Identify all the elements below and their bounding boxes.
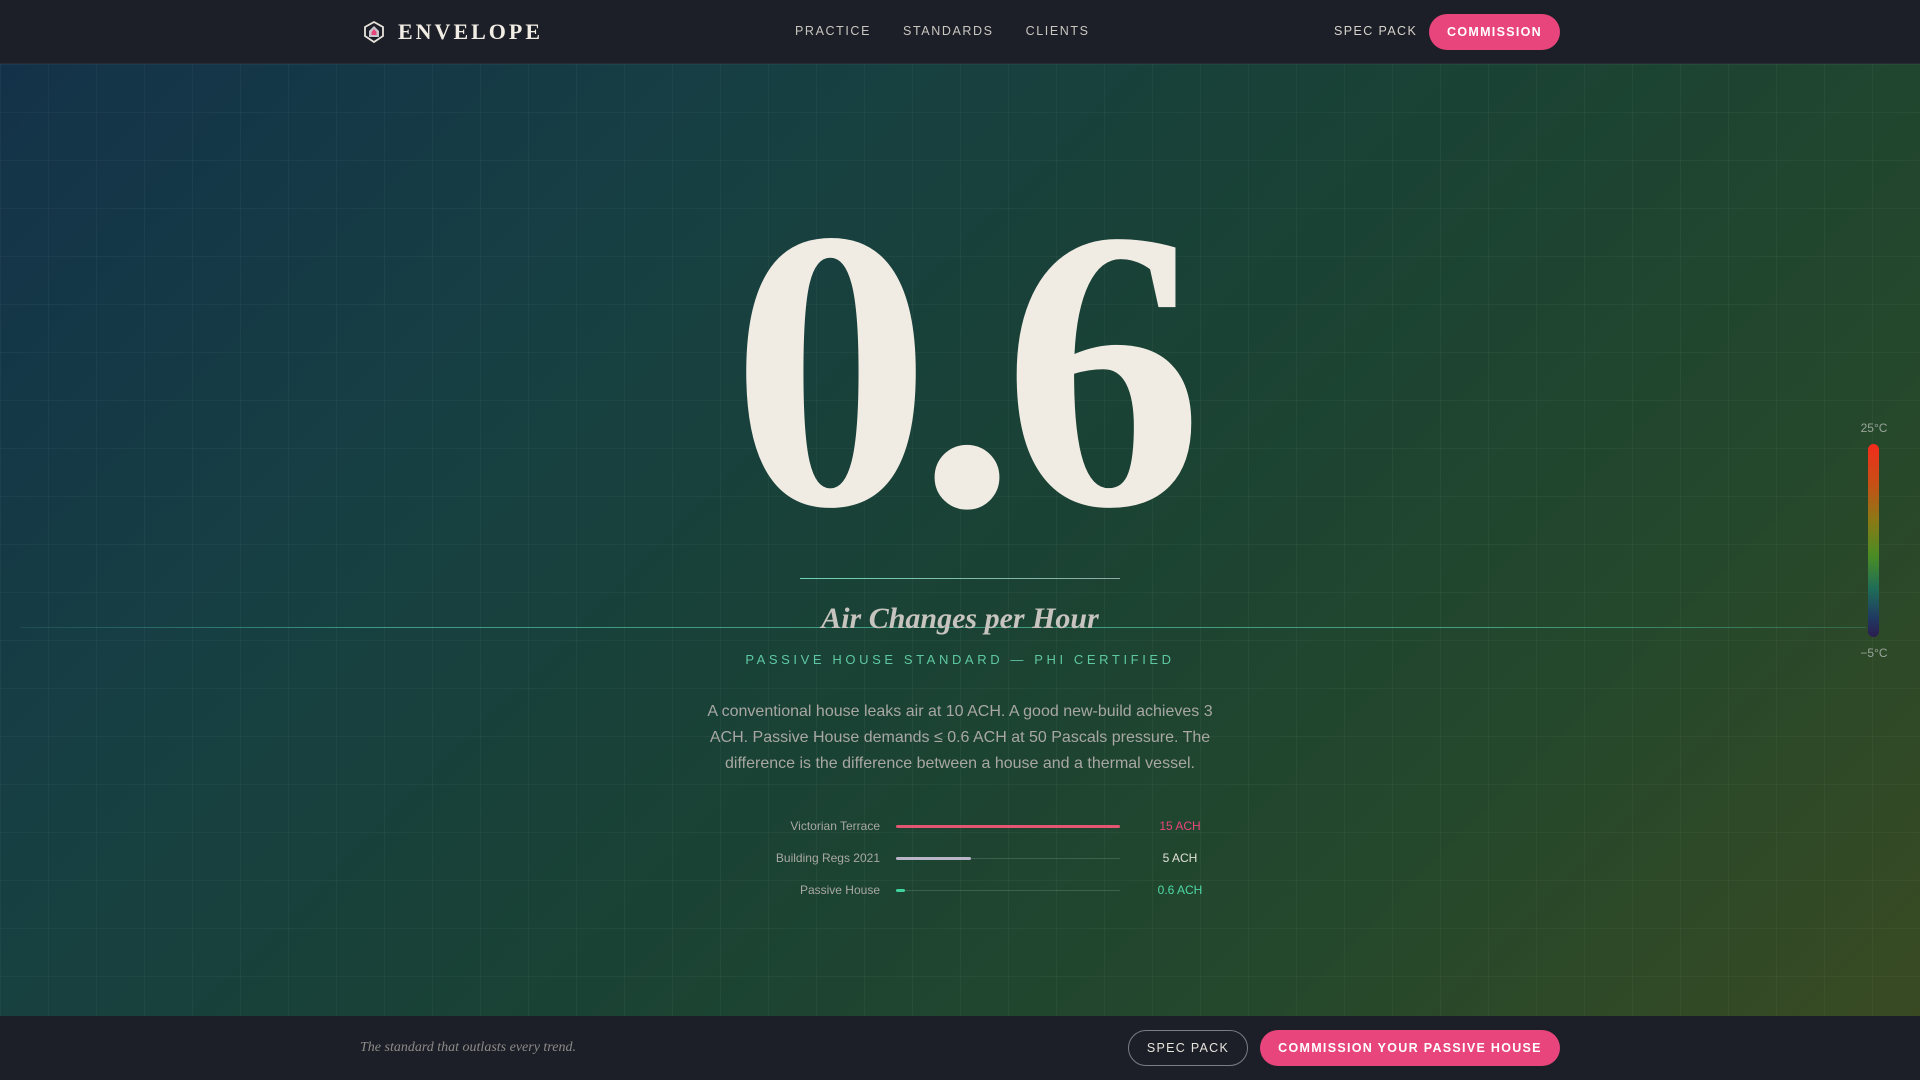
comparison-row-passive-house: Passive House 0.6 ACH: [700, 880, 1202, 900]
main-nav: PRACTICE STANDARDS CLIENTS: [795, 24, 1090, 38]
spec-pack-link[interactable]: SPEC PACK: [1334, 24, 1417, 38]
comparison-label: Victorian Terrace: [790, 819, 880, 833]
house-shield-icon: [364, 20, 384, 44]
footer-tagline: The standard that outlasts every trend.: [360, 1040, 576, 1055]
nav-link-clients[interactable]: CLIENTS: [1026, 24, 1090, 38]
ach-value-display: 0.6: [731, 148, 1203, 591]
comparison-track: [896, 890, 1120, 891]
certification-kicker: PASSIVE HOUSE STANDARD — PHI CERTIFIED: [745, 652, 1175, 667]
footer-bar: The standard that outlasts every trend. …: [0, 1016, 1920, 1080]
hero-description: A conventional house leaks air at 10 ACH…: [707, 703, 1213, 772]
comparison-bar: [896, 889, 905, 892]
temperature-max-label: 25°C: [1860, 421, 1888, 435]
brand-logo[interactable]: ENVELOPE: [362, 18, 543, 46]
comparison-label: Passive House: [799, 883, 880, 897]
top-nav-bar: ENVELOPE PRACTICE STANDARDS CLIENTS SPEC…: [0, 0, 1920, 64]
hero-divider: [800, 578, 1120, 579]
comparison-bar: [896, 857, 971, 860]
comparison-value: 5 ACH: [1162, 851, 1198, 865]
temperature-gradient-bar: [1868, 444, 1879, 637]
footer-spec-pack-button[interactable]: SPEC PACK: [1128, 1030, 1248, 1066]
brand-name: ENVELOPE: [398, 19, 544, 44]
temperature-min-label: −5°C: [1860, 646, 1888, 660]
comparison-row-victorian: Victorian Terrace 15 ACH: [700, 816, 1200, 836]
comparison-bar: [896, 825, 1120, 828]
nav-link-practice[interactable]: PRACTICE: [795, 24, 871, 38]
nav-link-standards[interactable]: STANDARDS: [903, 24, 994, 38]
commission-passive-house-button[interactable]: COMMISSION YOUR PASSIVE HOUSE: [1260, 1030, 1560, 1066]
comparison-label: Building Regs 2021: [775, 851, 880, 865]
unit-title: Air Changes per Hour: [821, 602, 1099, 635]
comparison-value: 0.6 ACH: [1157, 883, 1203, 897]
comparison-row-building-regs: Building Regs 2021 5 ACH: [700, 848, 1200, 868]
comparison-value: 15 ACH: [1159, 819, 1201, 833]
commission-button[interactable]: COMMISSION: [1429, 14, 1560, 50]
